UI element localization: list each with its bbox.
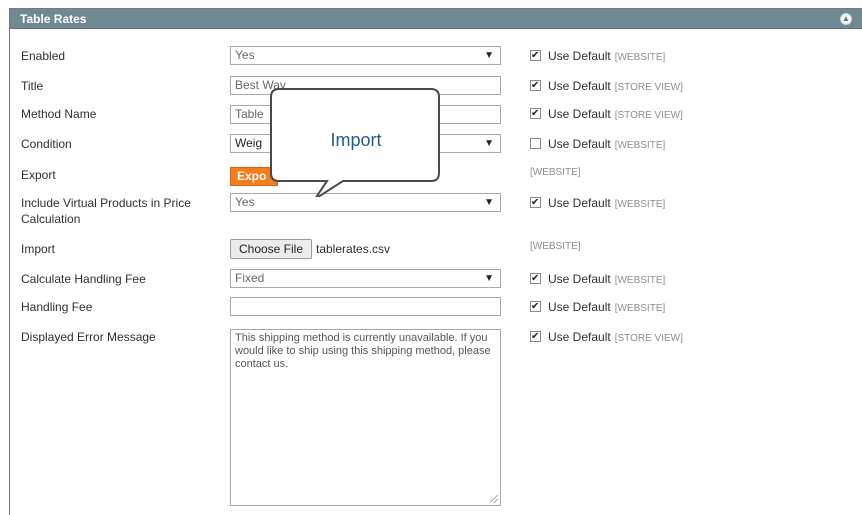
method-name-use-default[interactable]: Use Default[STORE VIEW] <box>530 106 683 124</box>
checkbox-icon[interactable] <box>530 78 541 94</box>
use-default-label: Use Default <box>548 107 611 121</box>
enabled-label: Enabled <box>21 49 66 63</box>
resize-handle-icon[interactable] <box>490 495 498 503</box>
use-default-label: Use Default <box>548 330 611 344</box>
section-header[interactable]: Table Rates ▲ <box>10 9 862 29</box>
scope-badge: [STORE VIEW] <box>614 82 683 93</box>
handling-fee-label: Handling Fee <box>21 300 93 314</box>
checkbox-icon[interactable] <box>530 106 541 122</box>
export-scope: [WEBSITE] <box>530 167 581 178</box>
scope-badge: [WEBSITE] <box>614 140 666 151</box>
dropdown-arrow-icon: ▼ <box>484 273 494 284</box>
import-callout: Import <box>263 87 443 200</box>
enabled-select[interactable]: Yes ▼ <box>230 46 501 65</box>
scope-badge: [WEBSITE] <box>614 275 666 286</box>
section-title: Table Rates <box>20 12 87 26</box>
condition-use-default[interactable]: Use Default [WEBSITE] <box>530 136 665 154</box>
include-virtual-label: Include Virtual Products in Price Calcul… <box>21 195 191 227</box>
error-message-use-default[interactable]: Use Default[STORE VIEW] <box>530 329 683 347</box>
dropdown-arrow-icon: ▼ <box>484 197 494 208</box>
enabled-value: Yes <box>235 48 255 62</box>
use-default-label: Use Default <box>548 272 611 286</box>
checkbox-icon[interactable] <box>530 271 541 287</box>
handling-fee-use-default[interactable]: Use Default[WEBSITE] <box>530 299 665 317</box>
dropdown-arrow-icon: ▼ <box>484 50 494 61</box>
title-use-default[interactable]: Use Default[STORE VIEW] <box>530 78 683 96</box>
error-message-textarea[interactable]: This shipping method is currently unavai… <box>230 329 501 506</box>
method-name-label: Method Name <box>21 107 97 121</box>
use-default-label: Use Default <box>548 300 611 314</box>
handling-calc-label: Calculate Handling Fee <box>21 272 146 286</box>
checkbox-icon[interactable] <box>530 329 541 345</box>
handling-fee-input[interactable] <box>230 297 501 316</box>
include-virtual-label-line1: Include Virtual Products in Price <box>21 196 191 210</box>
use-default-label: Use Default <box>548 49 611 63</box>
title-label: Title <box>21 79 44 93</box>
error-message-value: This shipping method is currently unavai… <box>235 332 491 370</box>
include-virtual-label-line2: Calculation <box>21 212 81 226</box>
scope-badge: [WEBSITE] <box>614 303 666 314</box>
handling-calc-use-default[interactable]: Use Default[WEBSITE] <box>530 271 665 289</box>
scope-badge: [STORE VIEW] <box>614 110 683 121</box>
choose-file-button[interactable]: Choose File <box>230 239 312 259</box>
use-default-label: Use Default <box>548 79 611 93</box>
scope-badge: [WEBSITE] <box>614 52 666 63</box>
condition-label: Condition <box>21 137 72 151</box>
method-name-value: Table <box>235 107 264 121</box>
scope-badge: [WEBSITE] <box>614 199 666 210</box>
callout-text: Import <box>330 130 382 150</box>
checkbox-icon[interactable] <box>530 138 541 149</box>
use-default-label: Use Default <box>548 196 611 210</box>
enabled-use-default[interactable]: Use Default[WEBSITE] <box>530 48 665 66</box>
include-virtual-use-default[interactable]: Use Default[WEBSITE] <box>530 195 665 213</box>
table-rates-panel: Table Rates ▲ Enabled Yes ▼ Use Default[… <box>9 8 862 515</box>
condition-value: Weig <box>235 136 263 150</box>
dropdown-arrow-icon: ▼ <box>484 138 494 149</box>
export-label: Export <box>21 168 56 182</box>
handling-calc-value: Fixed <box>235 271 265 285</box>
handling-calc-select[interactable]: Fixed ▼ <box>230 269 501 288</box>
import-label: Import <box>21 242 56 256</box>
import-filename: tablerates.csv <box>316 242 391 256</box>
checkbox-icon[interactable] <box>530 195 541 211</box>
checkbox-icon[interactable] <box>530 48 541 64</box>
error-message-label: Displayed Error Message <box>21 330 156 344</box>
use-default-label: Use Default <box>548 137 611 151</box>
scope-badge: [STORE VIEW] <box>614 333 683 344</box>
checkbox-icon[interactable] <box>530 299 541 315</box>
include-virtual-value: Yes <box>235 195 255 209</box>
import-scope: [WEBSITE] <box>530 241 581 252</box>
collapse-up-icon[interactable]: ▲ <box>840 13 852 25</box>
